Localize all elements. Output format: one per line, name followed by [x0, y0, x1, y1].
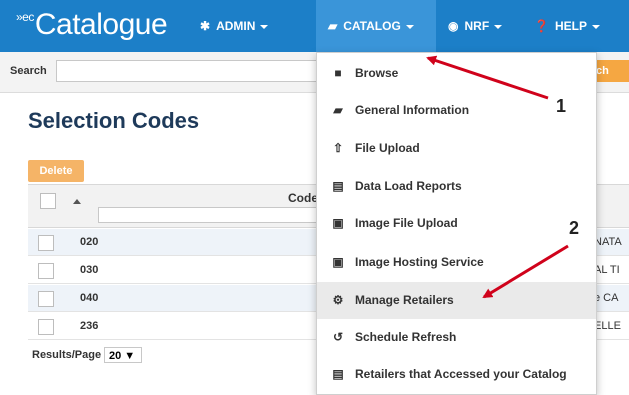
nav-nrf-label: NRF — [464, 19, 490, 33]
row-name: ELLE — [594, 320, 621, 332]
chevron-down-icon — [405, 24, 414, 29]
nav-admin[interactable]: ✱ ADMIN — [200, 0, 269, 52]
row-name: AL TI — [594, 264, 620, 276]
search-input[interactable] — [56, 60, 318, 82]
menu-item-image-hosting-service[interactable]: ▣ Image Hosting Service — [317, 244, 596, 281]
menu-item-label: Manage Retailers — [355, 293, 454, 307]
menu-item-schedule-refresh[interactable]: ↺ Schedule Refresh — [317, 319, 596, 356]
code-column-header[interactable]: Code — [288, 191, 318, 205]
search-label: Search — [10, 65, 47, 77]
row-code: 030 — [80, 264, 99, 276]
row-checkbox[interactable] — [38, 319, 54, 335]
menu-item-label: File Upload — [355, 141, 420, 155]
nav-admin-label: ADMIN — [216, 19, 256, 33]
nav-help-label: HELP — [554, 19, 587, 33]
row-name: e CA — [594, 292, 619, 304]
search-button[interactable]: ch — [592, 60, 629, 82]
catalog-dropdown-menu: ■ Browse ▰ General Information ⇧ File Uploa… — [316, 52, 597, 395]
menu-item-label: Retailers that Accessed your Catalog — [355, 367, 567, 381]
menu-item-browse[interactable]: ■ Browse — [317, 55, 596, 92]
nav-help[interactable]: ❓ HELP — [534, 0, 600, 52]
book-icon: ▰ — [333, 103, 343, 117]
row-checkbox[interactable] — [38, 263, 54, 279]
results-per-page-select[interactable]: 20 ▼ — [104, 347, 142, 363]
help-icon: ❓ — [534, 19, 549, 33]
callout-number-1: 1 — [556, 96, 567, 116]
menu-item-label: Image File Upload — [355, 216, 458, 230]
folder-icon: ■ — [334, 66, 342, 80]
image-icon: ▣ — [332, 255, 344, 269]
globe-icon: ◉ — [448, 19, 459, 33]
chevron-down-icon — [260, 24, 269, 29]
menu-item-label: Image Hosting Service — [355, 255, 484, 269]
upload-icon: ⇧ — [332, 141, 344, 155]
results-per-page-label: Results/Page — [32, 349, 102, 361]
menu-item-data-load-reports[interactable]: ▤ Data Load Reports — [317, 168, 596, 205]
select-all-checkbox[interactable] — [40, 193, 56, 209]
app-logo[interactable]: »ecCatalogue — [16, 8, 168, 42]
top-navbar: »ecCatalogue ✱ ADMIN ▰ CATALOG ◉ NRF ❓ HELP — [0, 0, 629, 52]
menu-item-label: Schedule Refresh — [355, 330, 457, 344]
row-code: 236 — [80, 320, 99, 332]
document-icon: ▤ — [332, 367, 344, 381]
row-code: 020 — [80, 236, 99, 248]
menu-item-file-upload[interactable]: ⇧ File Upload — [317, 130, 596, 167]
row-checkbox[interactable] — [38, 291, 54, 307]
image-icon: ▣ — [332, 216, 344, 230]
row-code: 040 — [80, 292, 99, 304]
gear-icon: ✱ — [200, 19, 211, 33]
logo-text: Catalogue — [34, 8, 168, 41]
search-button-label: ch — [596, 65, 609, 77]
gears-icon: ⚙ — [332, 293, 344, 307]
code-filter-input[interactable] — [98, 207, 328, 223]
nav-catalog-label: CATALOG — [343, 19, 401, 33]
chevron-down-icon — [591, 24, 600, 29]
callout-number-2: 2 — [569, 218, 580, 238]
menu-item-retailers-accessed-catalog[interactable]: ▤ Retailers that Accessed your Catalog — [317, 356, 596, 393]
book-icon: ▰ — [328, 19, 338, 33]
refresh-icon: ↺ — [332, 330, 344, 344]
menu-item-label: General Information — [355, 103, 470, 117]
menu-item-label: Data Load Reports — [355, 179, 462, 193]
nav-nrf[interactable]: ◉ NRF — [448, 0, 503, 52]
document-icon: ▤ — [332, 179, 344, 193]
page-title: Selection Codes — [28, 108, 200, 133]
menu-item-image-file-upload[interactable]: ▣ Image File Upload — [317, 205, 596, 242]
logo-prefix: »ec — [16, 10, 34, 24]
nav-catalog[interactable]: ▰ CATALOG — [316, 0, 436, 52]
sort-ascending-icon[interactable] — [73, 199, 81, 204]
row-name: NATA — [594, 236, 622, 248]
menu-item-manage-retailers[interactable]: ⚙ Manage Retailers — [317, 282, 596, 319]
chevron-down-icon — [494, 24, 503, 29]
delete-button[interactable]: Delete — [28, 160, 84, 182]
menu-item-general-information[interactable]: ▰ General Information — [317, 92, 596, 129]
menu-item-label: Browse — [355, 66, 399, 80]
row-checkbox[interactable] — [38, 235, 54, 251]
